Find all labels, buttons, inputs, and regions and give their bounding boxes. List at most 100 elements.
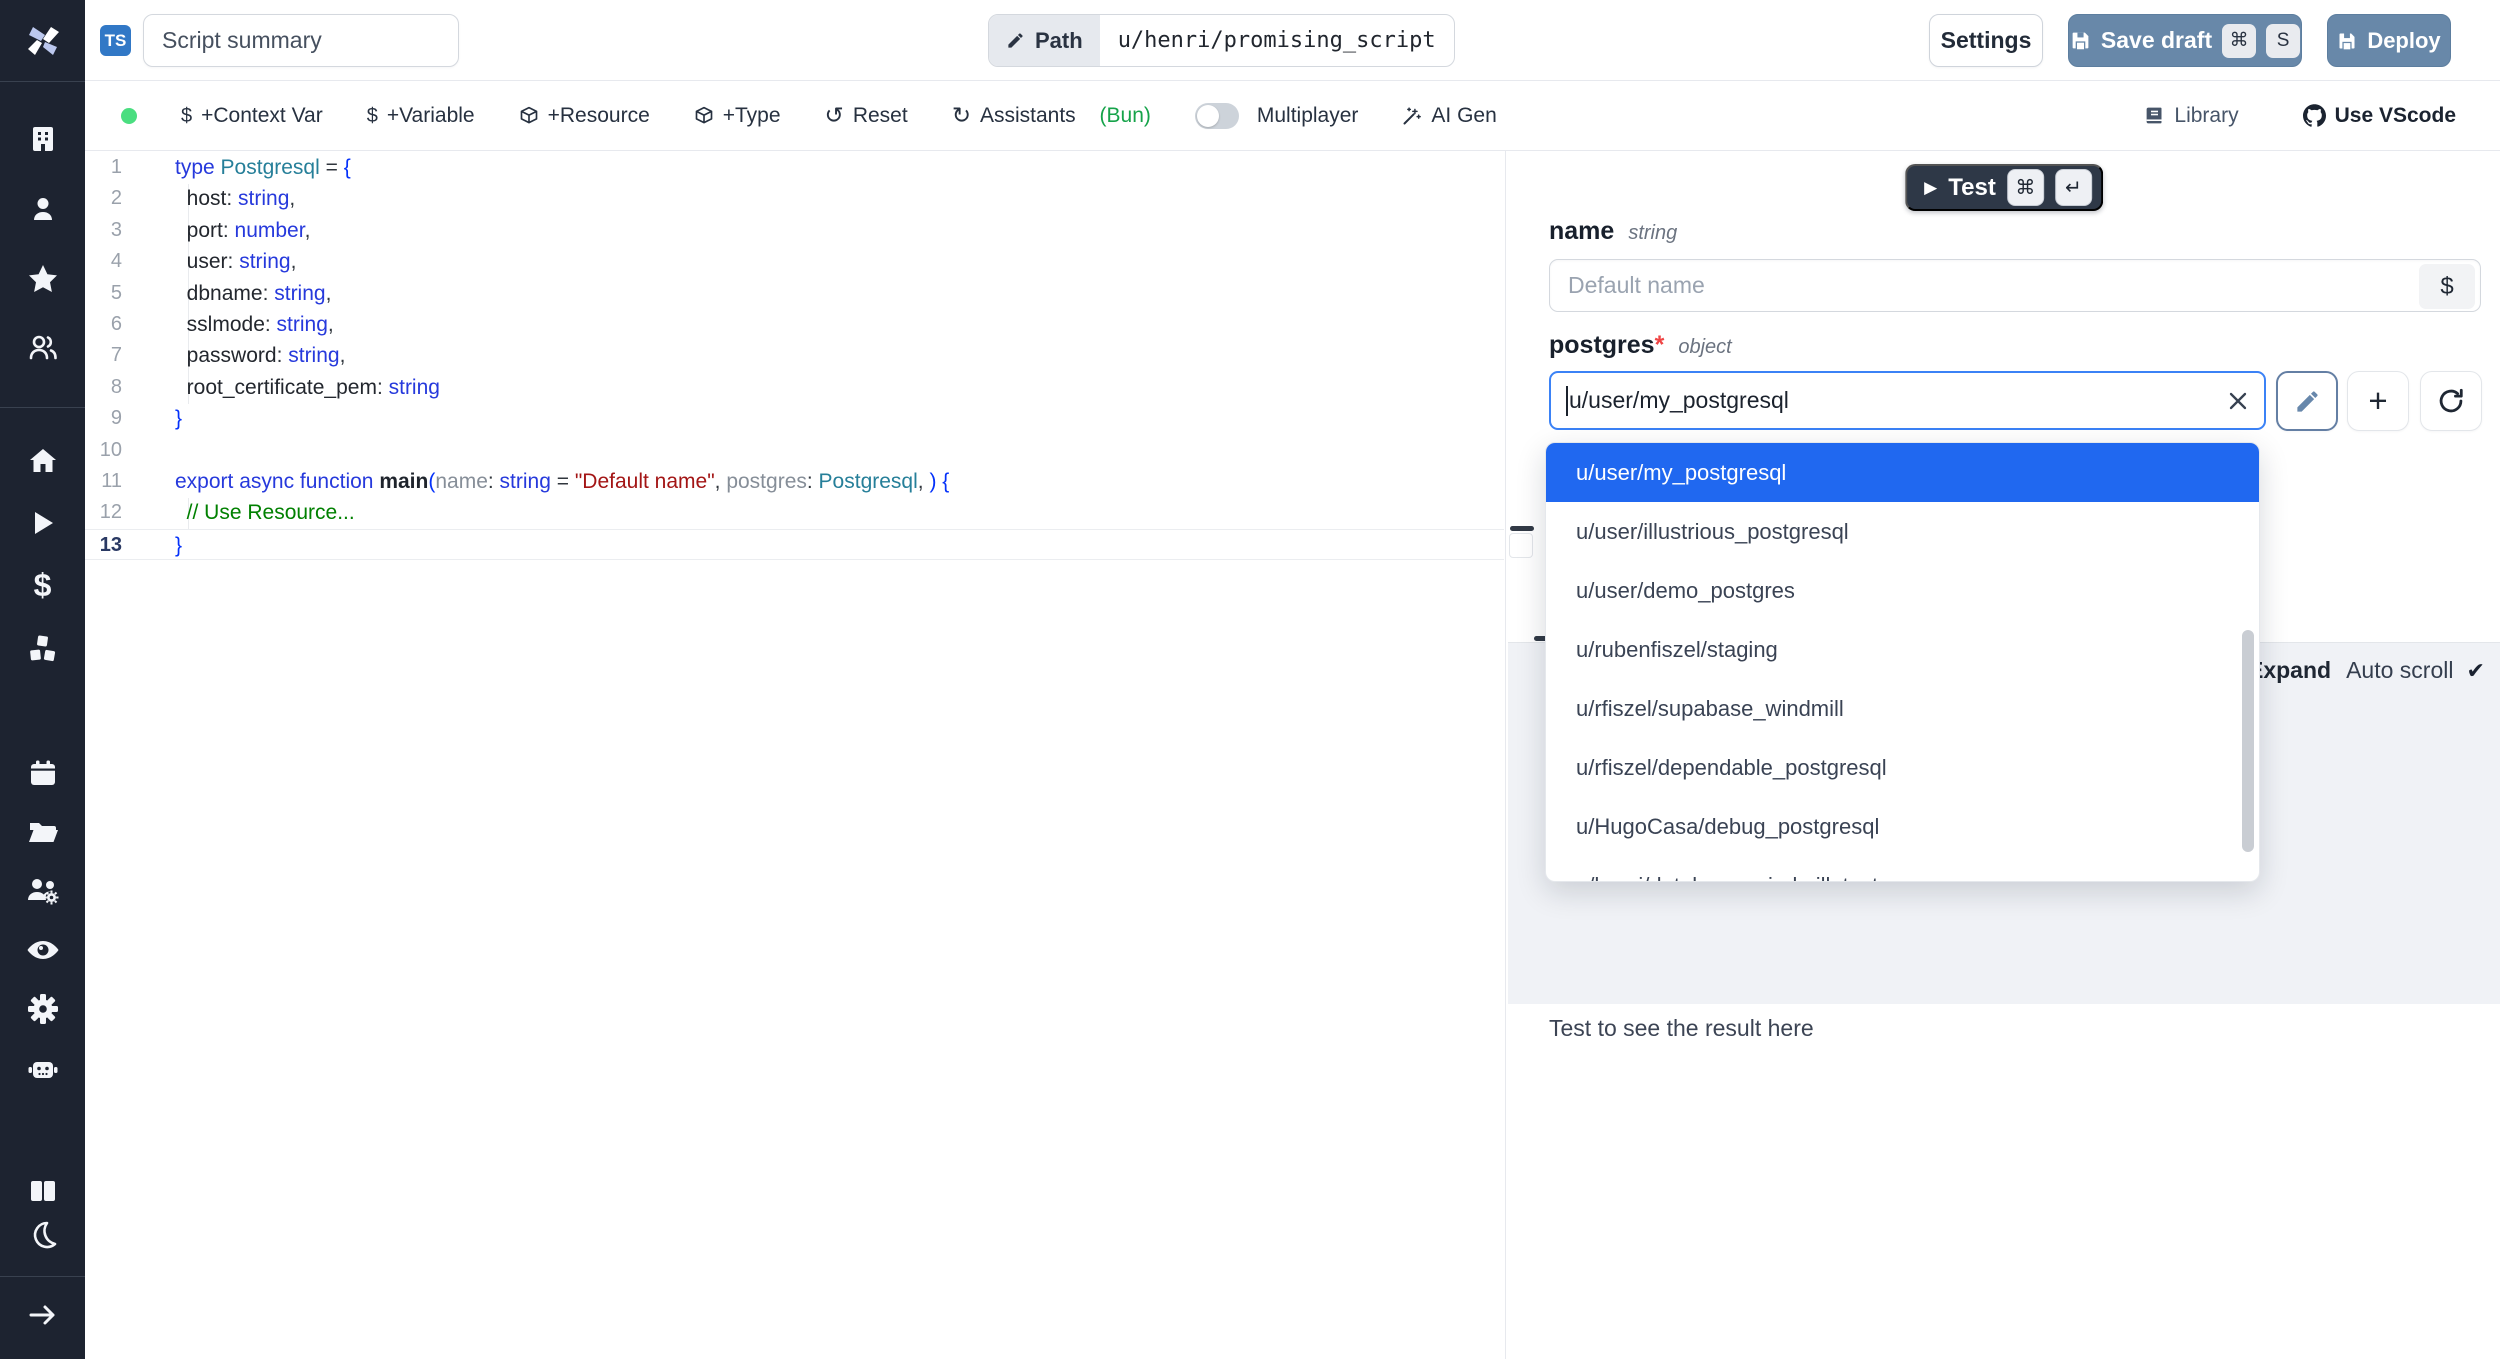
line-number: 8 bbox=[85, 372, 122, 403]
runs-play-icon[interactable] bbox=[0, 509, 85, 537]
workers-user-settings-icon[interactable] bbox=[0, 875, 85, 907]
add-context-var-button[interactable]: $+Context Var bbox=[181, 104, 323, 128]
resource-option[interactable]: u/rfiszel/dependable_postgresql bbox=[1546, 738, 2259, 797]
autoscroll-label[interactable]: Auto scroll bbox=[2346, 657, 2453, 684]
github-icon bbox=[2303, 104, 2326, 127]
ai-gen-button[interactable]: AI Gen bbox=[1402, 104, 1496, 128]
line-content: type Postgresql = { bbox=[175, 152, 351, 183]
use-vscode-button[interactable]: Use VScode bbox=[2303, 104, 2456, 128]
code-line[interactable]: 8 root_certificate_pem: string bbox=[85, 372, 1504, 403]
code-line[interactable]: 4 user: string, bbox=[85, 246, 1504, 277]
deploy-label: Deploy bbox=[2367, 28, 2440, 54]
folders-icon[interactable] bbox=[0, 816, 85, 848]
code-line[interactable]: 10 bbox=[85, 435, 1504, 466]
sidebar-divider bbox=[0, 81, 85, 82]
field-name-label: name bbox=[1549, 217, 1614, 246]
library-button[interactable]: Library bbox=[2144, 104, 2238, 128]
workspace-building-icon[interactable] bbox=[0, 124, 85, 154]
result-section: Test to see the result here bbox=[1508, 1004, 2500, 1359]
line-number: 11 bbox=[85, 466, 122, 497]
resource-option[interactable]: u/user/demo_postgres bbox=[1546, 561, 2259, 620]
code-line[interactable]: 11 export async function main(name: strin… bbox=[85, 466, 1504, 497]
code-line[interactable]: 9} bbox=[85, 403, 1504, 434]
kbd-enter: ↵ bbox=[2055, 169, 2092, 206]
windmill-logo-icon[interactable] bbox=[0, 19, 85, 63]
dropdown-scrollbar[interactable] bbox=[2242, 630, 2254, 852]
refresh-resources-button[interactable] bbox=[2420, 371, 2482, 431]
line-number: 1 bbox=[85, 152, 122, 183]
dollar-icon: $ bbox=[367, 106, 378, 126]
assistants-button[interactable]: ↻Assistants (Bun) bbox=[952, 104, 1151, 128]
line-number: 9 bbox=[85, 403, 122, 434]
code-line[interactable]: 2 host: string, bbox=[85, 183, 1504, 214]
code-line[interactable]: 12 // Use Resource... bbox=[85, 497, 1504, 528]
edit-resource-button[interactable] bbox=[2276, 371, 2338, 431]
favorites-star-icon[interactable] bbox=[0, 263, 85, 295]
resource-option[interactable]: u/henri/database_windmill_test bbox=[1546, 856, 2259, 882]
test-button[interactable]: ▶ Test ⌘ ↵ bbox=[1905, 164, 2103, 211]
line-content: user: string, bbox=[175, 246, 296, 277]
script-summary-input[interactable] bbox=[143, 14, 459, 67]
postgres-resource-input[interactable]: u/user/my_postgresql bbox=[1549, 371, 2266, 430]
script-path-value[interactable]: u/henri/promising_script bbox=[1100, 15, 1454, 66]
resource-option[interactable]: u/user/my_postgresql bbox=[1546, 443, 2259, 502]
path-chip[interactable]: Path bbox=[989, 15, 1100, 66]
settings-button[interactable]: Settings bbox=[1929, 14, 2043, 67]
script-path-group[interactable]: Path u/henri/promising_script bbox=[988, 14, 1455, 67]
deploy-button[interactable]: Deploy bbox=[2327, 14, 2451, 67]
schedules-calendar-icon[interactable] bbox=[0, 758, 85, 788]
rotate-cw-icon bbox=[2437, 387, 2465, 415]
home-icon[interactable] bbox=[0, 445, 85, 477]
workers-robot-icon[interactable] bbox=[0, 1055, 85, 1085]
line-number: 7 bbox=[85, 340, 122, 371]
status-dot bbox=[121, 108, 137, 124]
multiplayer-toggle-group: Multiplayer bbox=[1195, 103, 1359, 129]
code-line[interactable]: 13} bbox=[85, 529, 1504, 560]
clear-icon[interactable] bbox=[2226, 389, 2250, 413]
vertical-splitter-handle[interactable] bbox=[1510, 526, 1534, 531]
package-icon bbox=[519, 106, 539, 126]
user-icon[interactable] bbox=[0, 194, 85, 224]
reset-button[interactable]: ↺Reset bbox=[825, 104, 908, 128]
code-line[interactable]: 1 type Postgresql = { bbox=[85, 152, 1504, 183]
text-cursor bbox=[1566, 386, 1568, 416]
save-draft-label: Save draft bbox=[2101, 27, 2212, 54]
resource-option[interactable]: u/HugoCasa/debug_postgresql bbox=[1546, 797, 2259, 856]
save-icon bbox=[2337, 31, 2357, 51]
add-type-button[interactable]: +Type bbox=[694, 104, 781, 128]
add-resource-button[interactable]: + bbox=[2347, 371, 2409, 431]
resource-option[interactable]: u/user/illustrious_postgresql bbox=[1546, 502, 2259, 561]
multiplayer-toggle[interactable] bbox=[1195, 103, 1239, 129]
resource-option[interactable]: u/rfiszel/supabase_windmill bbox=[1546, 679, 2259, 738]
code-editor[interactable]: 1 type Postgresql = {2 host: string,3 por… bbox=[85, 151, 1506, 1359]
rotate-ccw-icon: ↺ bbox=[825, 104, 844, 127]
save-draft-button[interactable]: Save draft ⌘ S bbox=[2068, 14, 2302, 67]
variables-dollar-icon[interactable]: $ bbox=[0, 569, 85, 601]
line-number: 10 bbox=[85, 435, 122, 466]
dark-mode-moon-icon[interactable] bbox=[0, 1220, 85, 1250]
checkmark-icon[interactable]: ✔ bbox=[2466, 658, 2484, 684]
kbd-s: S bbox=[2266, 24, 2300, 58]
resources-boxes-icon[interactable] bbox=[0, 633, 85, 665]
code-line[interactable]: 6 sslmode: string, bbox=[85, 309, 1504, 340]
add-variable-button[interactable]: $+Variable bbox=[367, 104, 475, 128]
groups-users-icon[interactable] bbox=[0, 332, 85, 364]
resource-option[interactable]: u/rubenfiszel/staging bbox=[1546, 620, 2259, 679]
editor-toolbar: $+Context Var $+Variable +Resource +Type… bbox=[85, 81, 2500, 151]
insert-variable-button[interactable]: $ bbox=[2419, 264, 2475, 309]
name-input[interactable]: Default name $ bbox=[1549, 259, 2481, 312]
line-content: export async function main(name: string … bbox=[175, 466, 949, 497]
add-resource-button[interactable]: +Resource bbox=[519, 104, 650, 128]
package-icon bbox=[694, 106, 714, 126]
audit-logs-eye-icon[interactable] bbox=[0, 935, 85, 965]
settings-gear-icon[interactable] bbox=[0, 993, 85, 1025]
docs-books-icon[interactable] bbox=[0, 1177, 85, 1205]
splitter-grip[interactable] bbox=[1509, 533, 1533, 558]
code-line[interactable]: 7 password: string, bbox=[85, 340, 1504, 371]
code-line[interactable]: 5 dbname: string, bbox=[85, 278, 1504, 309]
code-line[interactable]: 3 port: number, bbox=[85, 215, 1504, 246]
expand-sidebar-arrow-icon[interactable] bbox=[0, 1301, 85, 1329]
refresh-icon: ↻ bbox=[952, 104, 971, 127]
expand-button[interactable]: Expand bbox=[2248, 657, 2331, 684]
line-content: // Use Resource... bbox=[175, 497, 355, 528]
